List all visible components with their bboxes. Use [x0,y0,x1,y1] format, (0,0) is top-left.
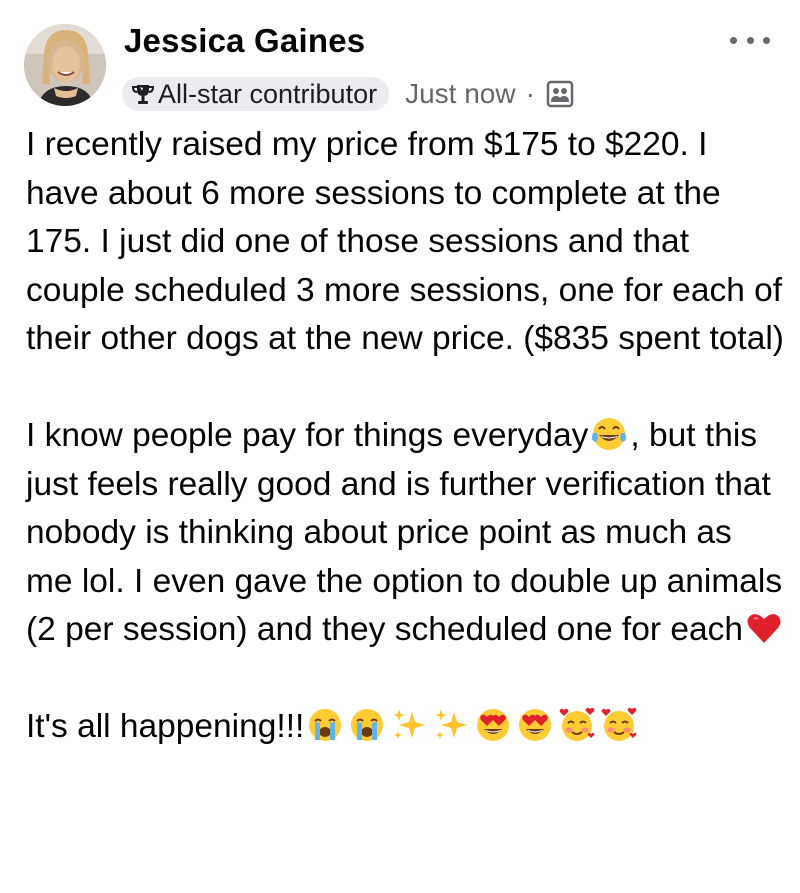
badge-label: All-star contributor [158,78,378,109]
more-options-icon [730,36,737,44]
crying-face-emoji-icon [306,706,344,744]
more-options-icon [763,36,770,44]
heart-eyes-emoji-icon [516,706,554,744]
post-paragraph: I know people pay for things everyday , … [26,412,786,655]
contributor-badge[interactable]: All-star contributor [122,77,390,111]
smiling-face-with-hearts-emoji-icon [600,706,638,744]
post-text: I recently raised my price from $175 to … [26,121,786,752]
author-name[interactable]: Jessica Gaines [124,22,365,60]
more-options-icon [746,36,754,44]
meta-separator: · [525,78,535,109]
post-card: Jessica Gaines All-star contributor Just… [0,0,800,893]
post-paragraph: It's all happening!!! [26,703,786,752]
avatar[interactable] [24,24,106,106]
group-icon[interactable] [545,79,575,109]
heart-eyes-emoji-icon [474,706,512,744]
sparkles-emoji-icon [390,706,428,744]
post-text-segment: It's all happening!!! [26,708,305,745]
smiling-face-with-hearts-emoji-icon [558,706,596,744]
red-heart-emoji-icon [745,609,783,647]
post-timestamp[interactable]: Just now [405,78,516,110]
post-text-segment: I know people pay for things everyday [26,417,589,454]
sparkles-emoji-icon [432,706,470,744]
post-paragraph: I recently raised my price from $175 to … [26,126,784,357]
more-options-button[interactable] [730,30,770,50]
tears-of-joy-emoji-icon [590,415,628,453]
trophy-icon [130,81,156,107]
post-meta: All-star contributor Just now · [122,76,575,112]
crying-face-emoji-icon [348,706,386,744]
